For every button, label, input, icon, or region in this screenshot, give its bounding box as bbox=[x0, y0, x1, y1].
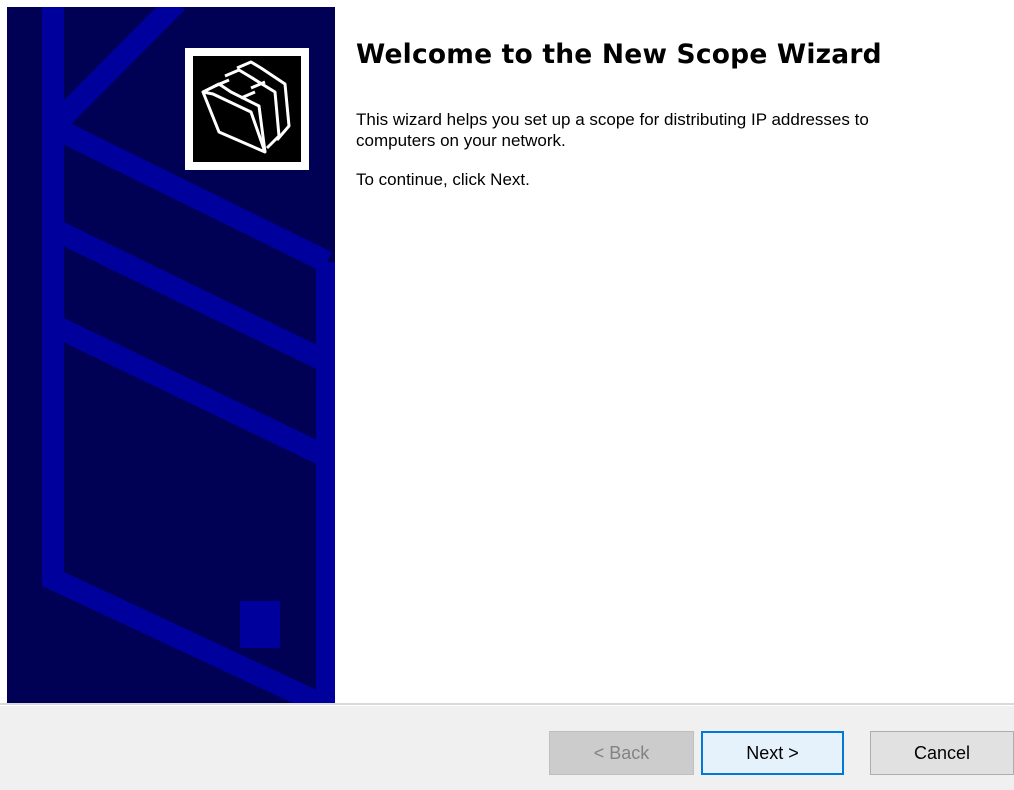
wizard-banner bbox=[7, 7, 335, 704]
next-button[interactable]: Next > bbox=[701, 731, 844, 775]
back-button[interactable]: < Back bbox=[549, 731, 694, 775]
wizard-title: Welcome to the New Scope Wizard bbox=[356, 39, 882, 70]
wizard-description: This wizard helps you set up a scope for… bbox=[356, 110, 869, 150]
wizard-instruction: To continue, click Next. bbox=[356, 170, 530, 189]
wizard-content: Welcome to the New Scope Wizard This wiz… bbox=[356, 38, 996, 190]
cancel-button[interactable]: Cancel bbox=[870, 731, 1014, 775]
new-scope-wizard: Welcome to the New Scope Wizard This wiz… bbox=[0, 0, 1014, 790]
wizard-footer: < Back Next > Cancel bbox=[0, 706, 1014, 790]
folders-icon bbox=[185, 48, 309, 170]
